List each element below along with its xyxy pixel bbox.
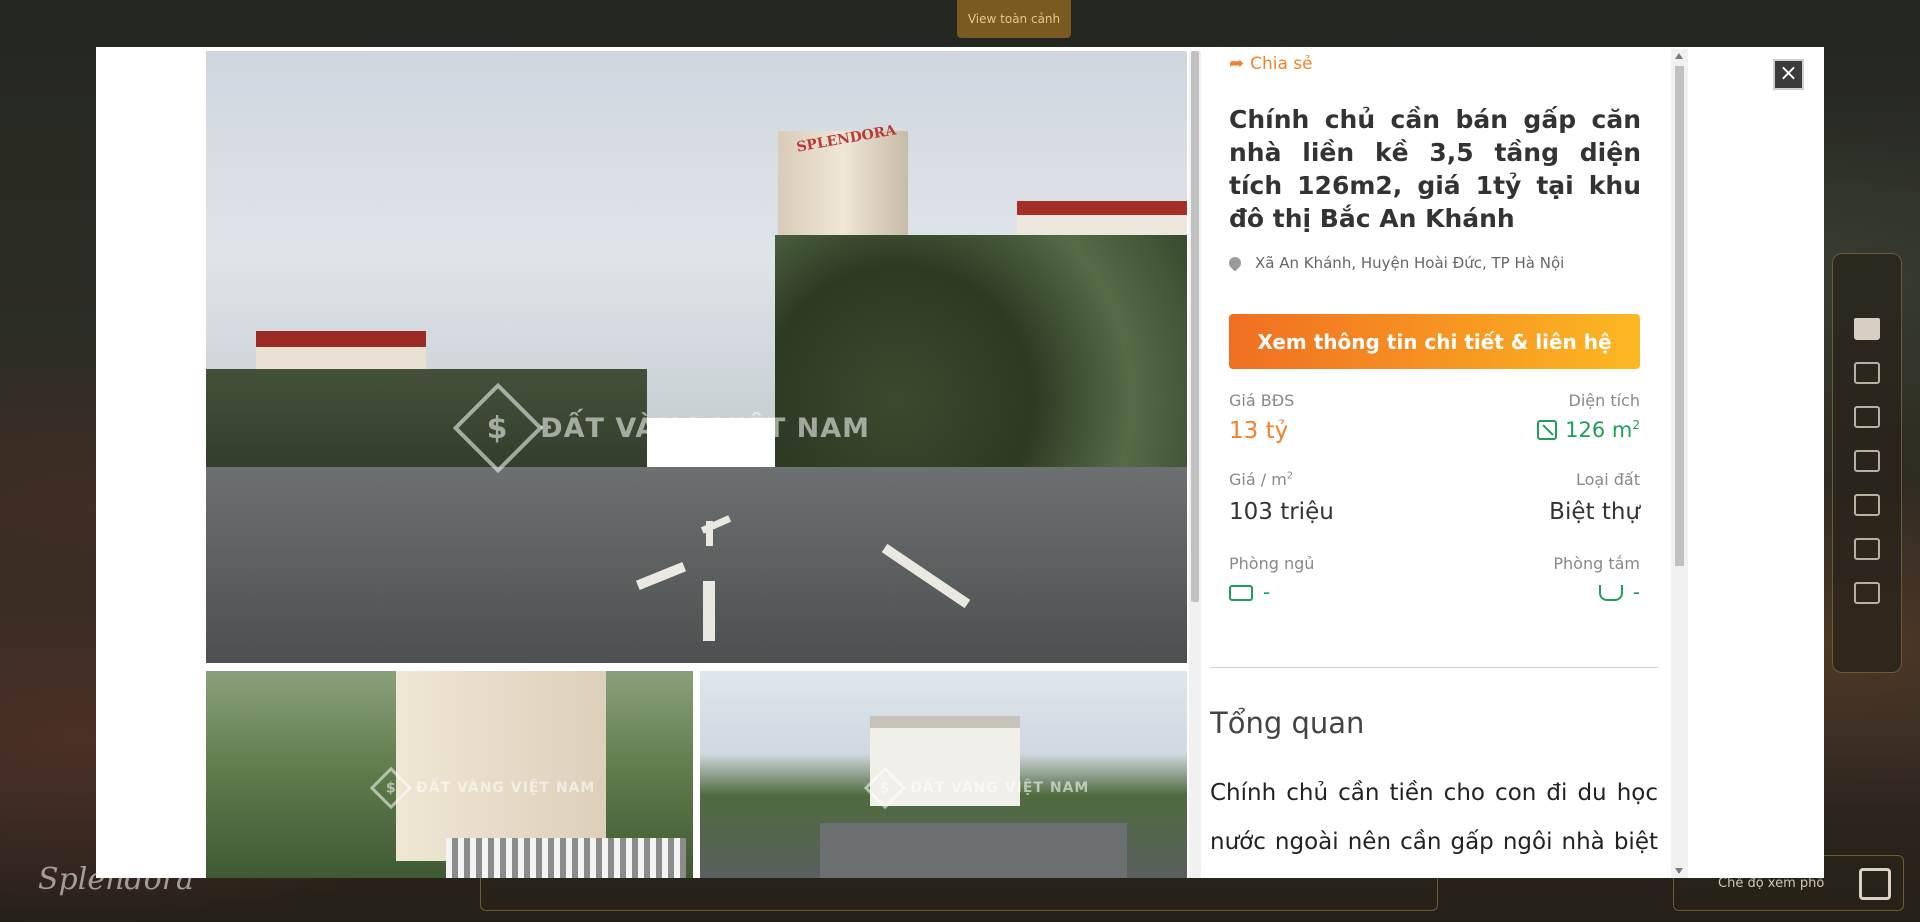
photo-watermark: $ ĐẤT VÀNG VIỆT NAM bbox=[452, 382, 870, 474]
bathrooms-value: - bbox=[1598, 580, 1640, 604]
side-toolbar bbox=[1832, 253, 1902, 673]
info-icon[interactable] bbox=[1854, 406, 1880, 428]
listing-address: Xã An Khánh, Huyện Hoài Đức, TP Hà Nội bbox=[1226, 254, 1565, 272]
land-type-label: Loại đất bbox=[1576, 470, 1640, 489]
watermark-logo-icon: $ bbox=[863, 766, 907, 810]
info-panel-scrollbar[interactable] bbox=[1671, 49, 1688, 878]
price-per-m2-value: 103 triệu bbox=[1229, 499, 1334, 525]
photo-watermark: $ ĐẤT VÀNG VIỆT NAM bbox=[863, 766, 1089, 810]
photo-gallery: SPLENDORA $ ĐẤT VÀNG VIỆT NAM $ ĐẤT VÀNG… bbox=[206, 51, 1187, 878]
area-icon bbox=[1537, 420, 1558, 440]
land-type-value: Biệt thự bbox=[1549, 499, 1640, 525]
photo-watermark: $ ĐẤT VÀNG VIỆT NAM bbox=[369, 766, 595, 810]
scroll-up-arrow-icon[interactable] bbox=[1675, 53, 1683, 59]
external-link-icon bbox=[1859, 868, 1891, 900]
overview-heading: Tổng quan bbox=[1210, 706, 1365, 740]
close-button[interactable]: × bbox=[1773, 59, 1804, 90]
main-photo[interactable]: SPLENDORA $ ĐẤT VÀNG VIỆT NAM bbox=[206, 51, 1187, 663]
video-icon[interactable] bbox=[1854, 538, 1880, 560]
bedrooms-value: - bbox=[1229, 580, 1270, 604]
rotate-icon[interactable] bbox=[1854, 494, 1880, 516]
bathrooms-label: Phòng tắm bbox=[1553, 554, 1640, 573]
info-panel-scrollbar-thumb[interactable] bbox=[1675, 66, 1684, 566]
bathtub-icon bbox=[1598, 585, 1623, 601]
section-divider bbox=[1210, 667, 1658, 668]
globe-icon[interactable] bbox=[1854, 582, 1880, 604]
fullscreen-icon[interactable] bbox=[1854, 450, 1880, 472]
bedrooms-label: Phòng ngủ bbox=[1229, 554, 1315, 573]
bed-icon bbox=[1229, 585, 1253, 601]
location-pin-icon bbox=[1226, 254, 1244, 272]
price-per-m2-label: Giá / m2 bbox=[1229, 470, 1294, 489]
sound-icon[interactable] bbox=[1854, 362, 1880, 384]
gallery-scrollbar-thumb[interactable] bbox=[1191, 51, 1199, 602]
gallery-scrollbar[interactable] bbox=[1189, 51, 1201, 878]
overview-text: Chính chủ cần tiền cho con đi du học nướ… bbox=[1210, 780, 1658, 855]
address-text: Xã An Khánh, Huyện Hoài Đức, TP Hà Nội bbox=[1255, 254, 1565, 272]
scroll-down-arrow-icon[interactable] bbox=[1675, 868, 1683, 874]
listing-info-panel: ➦ Chia sẻ Chính chủ cần bán gấp căn nhà … bbox=[1210, 49, 1658, 878]
watermark-logo-icon: $ bbox=[369, 766, 413, 810]
home-icon[interactable] bbox=[1854, 318, 1880, 340]
thumbnail-photo[interactable]: $ ĐẤT VÀNG VIỆT NAM bbox=[700, 671, 1187, 878]
listing-title: Chính chủ cần bán gấp căn nhà liền kề 3,… bbox=[1229, 105, 1641, 233]
view-panorama-button[interactable]: View toàn cảnh bbox=[957, 0, 1071, 38]
price-value: 13 tỷ bbox=[1229, 418, 1289, 444]
watermark-logo-icon: $ bbox=[452, 382, 544, 474]
share-button[interactable]: ➦ Chia sẻ bbox=[1229, 53, 1313, 74]
thumbnail-photo[interactable]: $ ĐẤT VÀNG VIỆT NAM bbox=[206, 671, 693, 878]
price-label: Giá BĐS bbox=[1229, 391, 1295, 410]
contact-details-button[interactable]: Xem thông tin chi tiết & liên hệ bbox=[1229, 314, 1640, 369]
area-value: 126 m2 bbox=[1537, 418, 1640, 442]
share-icon: ➦ bbox=[1229, 53, 1245, 74]
share-label: Chia sẻ bbox=[1250, 53, 1313, 74]
area-label: Diện tích bbox=[1568, 391, 1641, 410]
